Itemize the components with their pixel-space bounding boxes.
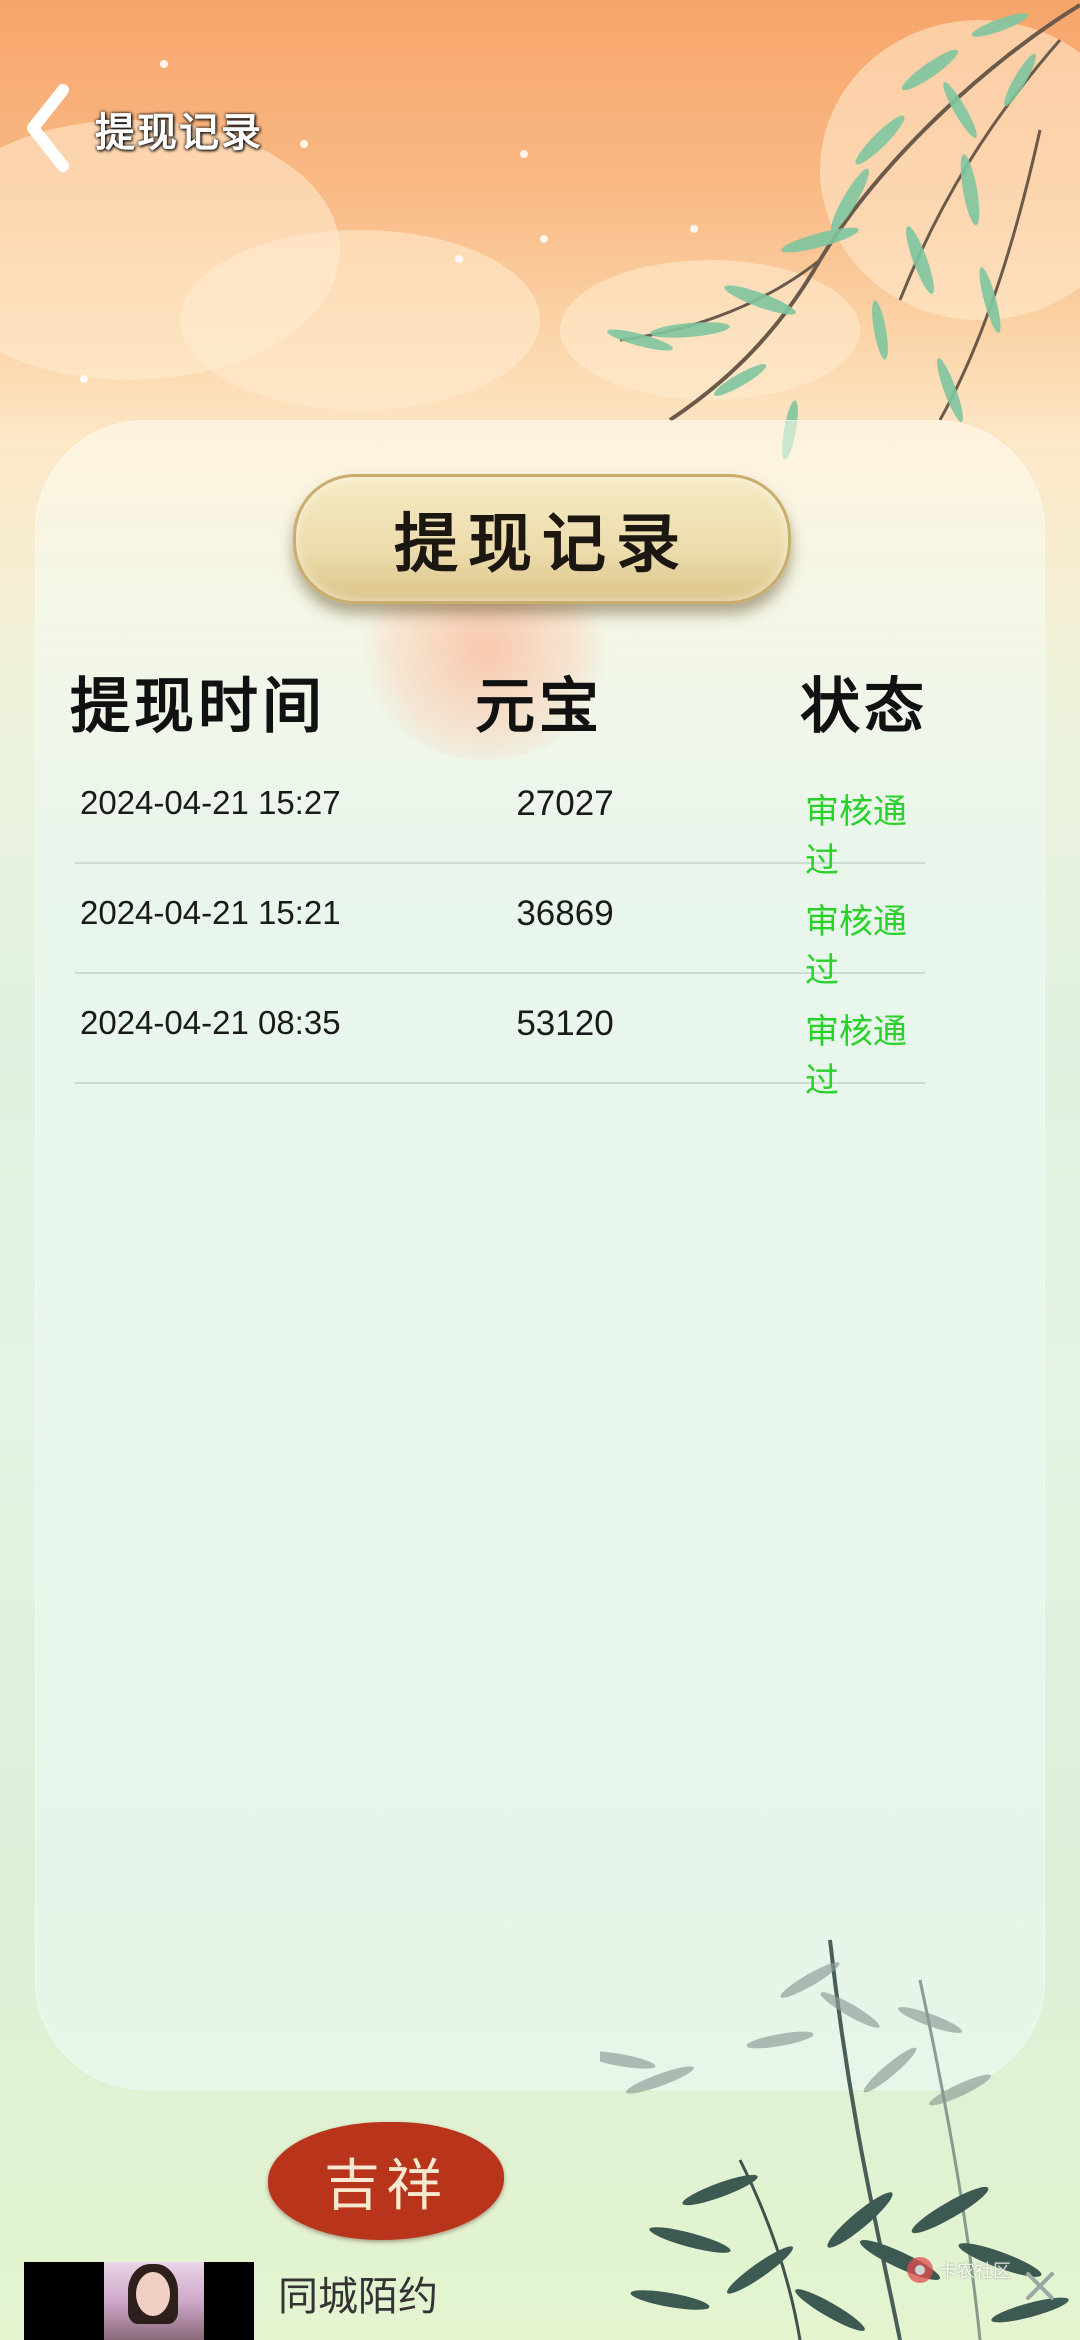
watermark: 卡农社区 bbox=[905, 2250, 1025, 2290]
record-coins: 53120 bbox=[516, 1004, 614, 1043]
ad-thumbnail[interactable] bbox=[24, 2262, 254, 2340]
seal-text: 吉祥 bbox=[324, 2153, 448, 2219]
record-time: 2024-04-21 15:27 bbox=[80, 784, 341, 821]
chevron-left-icon[interactable] bbox=[18, 78, 78, 178]
seal-decoration: 吉祥 bbox=[268, 2122, 504, 2240]
star-decoration bbox=[455, 255, 463, 263]
column-header-coins: 元宝 bbox=[475, 672, 603, 742]
ad-title[interactable]: 同城陌约 bbox=[278, 2264, 438, 2322]
star-decoration bbox=[80, 375, 88, 383]
record-time: 2024-04-21 08:35 bbox=[80, 1004, 341, 1041]
withdraw-records-page: 提现记录 提现记录 提现时间 元宝 状态 2024-04-21 15:27 27… bbox=[0, 0, 1080, 2340]
cloud-decoration bbox=[180, 230, 540, 410]
watermark-text: 卡农社区 bbox=[939, 2261, 1011, 2282]
table-row: 2024-04-21 08:35 53120 审核通过 bbox=[75, 972, 925, 1100]
panel-title-plaque: 提现记录 bbox=[293, 474, 791, 604]
flower-logo-icon bbox=[907, 2257, 933, 2283]
table-row: 2024-04-21 15:27 27027 审核通过 bbox=[75, 752, 925, 880]
record-coins: 36869 bbox=[516, 894, 614, 933]
table-row: 2024-04-21 15:21 36869 审核通过 bbox=[75, 862, 925, 990]
record-status: 审核通过 bbox=[805, 1013, 907, 1100]
panel-title: 提现记录 bbox=[394, 507, 690, 582]
column-header-time: 提现时间 bbox=[70, 672, 326, 742]
page-title: 提现记录 bbox=[95, 110, 263, 156]
column-header-status: 状态 bbox=[800, 672, 928, 742]
avatar-face bbox=[136, 2272, 170, 2316]
close-icon[interactable] bbox=[1022, 2268, 1058, 2304]
record-coins: 27027 bbox=[516, 784, 614, 823]
avatar bbox=[104, 2262, 204, 2340]
record-time: 2024-04-21 15:21 bbox=[80, 894, 341, 931]
top-bar: 提现记录 bbox=[0, 70, 1080, 180]
star-decoration bbox=[160, 60, 168, 68]
